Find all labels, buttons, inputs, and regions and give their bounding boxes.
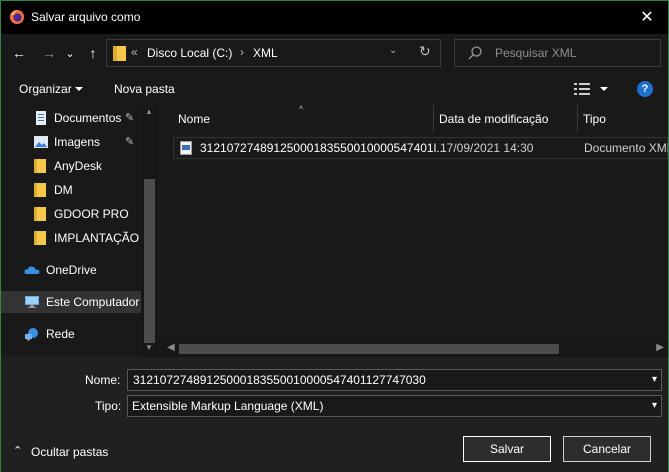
file-type-label: Tipo: bbox=[95, 399, 122, 413]
sidebar-item-label: Este Computador bbox=[46, 295, 140, 309]
chevron-down-icon[interactable]: ▾ bbox=[652, 374, 657, 385]
address-overflow-icon[interactable]: « bbox=[131, 45, 138, 59]
close-button[interactable]: ✕ bbox=[632, 5, 662, 29]
sort-ascending-icon: ^ bbox=[299, 105, 304, 114]
chevron-down-icon: ⌄ bbox=[65, 47, 75, 60]
search-placeholder: Pesquisar XML bbox=[495, 46, 577, 60]
arrow-left-icon: ← bbox=[12, 45, 26, 61]
new-folder-button[interactable]: Nova pasta bbox=[114, 82, 175, 96]
organize-button[interactable]: Organizar bbox=[19, 82, 72, 96]
sidebar-item-gdoor-pro[interactable]: GDOOR PRO bbox=[1, 203, 141, 225]
folder-icon bbox=[34, 231, 46, 245]
sidebar-item-anydesk[interactable]: AnyDesk bbox=[1, 155, 141, 177]
sidebar-item-label: DM bbox=[54, 183, 73, 197]
address-segment-drive[interactable]: Disco Local (C:) bbox=[147, 46, 232, 60]
file-modified: 17/09/2021 14:30 bbox=[440, 141, 534, 155]
chevron-up-icon: ⌃ bbox=[13, 445, 23, 457]
file-type-select[interactable]: Extensible Markup Language (XML) ▾ bbox=[127, 395, 662, 417]
sidebar-item-implantacao[interactable]: IMPLANTAÇÃO bbox=[1, 227, 141, 249]
close-icon: ✕ bbox=[640, 9, 654, 26]
navigation-pane-scrollbar[interactable]: ▲ ▼ bbox=[141, 105, 158, 357]
help-button[interactable]: ? bbox=[637, 81, 653, 97]
documents-icon bbox=[36, 111, 46, 125]
sidebar-item-imagens[interactable]: Imagens ✎ bbox=[1, 131, 141, 153]
pictures-icon bbox=[34, 136, 48, 148]
save-options-panel: Nome: ▾ Tipo: Extensible Markup Language… bbox=[1, 357, 668, 472]
folder-icon bbox=[34, 183, 46, 197]
sidebar-item-label: Documentos bbox=[54, 111, 122, 125]
folder-icon bbox=[34, 159, 46, 173]
save-button[interactable]: Salvar bbox=[463, 436, 551, 462]
scroll-left-icon[interactable]: ◀ bbox=[167, 342, 175, 353]
column-header-label: Tipo bbox=[583, 112, 606, 126]
sidebar-item-label: IMPLANTAÇÃO bbox=[54, 231, 140, 245]
search-box[interactable]: Pesquisar XML bbox=[454, 39, 661, 67]
chevron-down-icon[interactable]: ▾ bbox=[652, 400, 657, 411]
scroll-up-icon[interactable]: ▲ bbox=[145, 107, 153, 116]
address-bar[interactable]: « Disco Local (C:) › XML ⌄ ↻ bbox=[106, 39, 441, 67]
column-header-type[interactable]: Tipo bbox=[578, 105, 668, 132]
pin-icon: ✎ bbox=[125, 112, 135, 124]
forward-button[interactable]: → bbox=[39, 42, 59, 64]
sidebar-item-label: Rede bbox=[46, 327, 75, 341]
refresh-icon[interactable]: ↻ bbox=[419, 43, 431, 60]
scrollbar-thumb[interactable] bbox=[179, 344, 559, 354]
xml-file-icon bbox=[180, 141, 192, 155]
file-name-field[interactable]: ▾ bbox=[127, 369, 662, 391]
sidebar-item-este-computador[interactable]: Este Computador bbox=[1, 291, 141, 313]
table-row[interactable]: 31210727489125000183550010000547401l... … bbox=[173, 137, 668, 159]
arrow-right-icon: → bbox=[42, 45, 56, 61]
hide-folders-label: Ocultar pastas bbox=[31, 445, 109, 459]
sidebar-item-dm[interactable]: DM bbox=[1, 179, 141, 201]
computer-icon bbox=[25, 296, 39, 308]
chevron-right-icon[interactable]: › bbox=[240, 45, 244, 59]
column-header-label: Data de modificação bbox=[439, 112, 549, 126]
sidebar-item-label: Imagens bbox=[54, 135, 101, 149]
sidebar-item-label: AnyDesk bbox=[54, 159, 103, 173]
cloud-icon bbox=[24, 266, 40, 274]
address-segment-xml[interactable]: XML bbox=[253, 46, 278, 60]
navigation-pane: Documentos ✎ Imagens ✎ AnyDesk DM GDOOR … bbox=[1, 105, 158, 357]
pin-icon: ✎ bbox=[125, 136, 135, 148]
dialog-title: Salvar arquivo como bbox=[31, 10, 141, 24]
view-options-icon[interactable] bbox=[574, 82, 590, 96]
firefox-icon bbox=[10, 10, 24, 24]
command-bar: Organizar Nova pasta ? bbox=[1, 73, 668, 105]
chevron-down-icon[interactable]: ⌄ bbox=[389, 45, 397, 56]
navigation-bar: ← → ⌄ ↑ « Disco Local (C:) › XML ⌄ ↻ Pes… bbox=[1, 34, 668, 72]
back-button[interactable]: ← bbox=[9, 42, 29, 64]
folder-icon bbox=[113, 46, 126, 61]
file-name: 31210727489125000183550010000547401l... bbox=[200, 141, 447, 155]
recent-locations-button[interactable]: ⌄ bbox=[63, 42, 77, 64]
file-list-horizontal-scrollbar[interactable]: ◀ ▶ bbox=[161, 340, 668, 357]
scroll-right-icon[interactable]: ▶ bbox=[656, 342, 664, 353]
column-header-modified[interactable]: Data de modificação bbox=[434, 105, 577, 132]
folder-icon bbox=[34, 207, 46, 221]
file-list: Nome ^ Data de modificação Tipo 31210727… bbox=[161, 105, 668, 357]
save-file-dialog: Salvar arquivo como ✕ ← → ⌄ ↑ « Disco Lo… bbox=[0, 0, 669, 472]
search-icon bbox=[468, 46, 482, 60]
up-button[interactable]: ↑ bbox=[83, 42, 103, 64]
file-name-label: Nome: bbox=[85, 373, 121, 387]
caret-down-icon[interactable] bbox=[600, 87, 608, 91]
sidebar-item-label: GDOOR PRO bbox=[54, 207, 129, 221]
caret-down-icon bbox=[75, 87, 83, 91]
network-icon bbox=[25, 328, 38, 341]
column-header-name[interactable]: Nome ^ bbox=[161, 105, 433, 132]
sidebar-item-label: OneDrive bbox=[46, 263, 97, 277]
file-type: Documento XML bbox=[584, 141, 668, 155]
arrow-up-icon: ↑ bbox=[89, 45, 97, 61]
file-name-input[interactable] bbox=[133, 372, 633, 388]
file-type-selected: Extensible Markup Language (XML) bbox=[132, 399, 324, 413]
cancel-button[interactable]: Cancelar bbox=[563, 436, 651, 462]
sidebar-item-documentos[interactable]: Documentos ✎ bbox=[1, 107, 141, 129]
scroll-down-icon[interactable]: ▼ bbox=[145, 343, 153, 352]
sidebar-item-rede[interactable]: Rede bbox=[1, 323, 141, 345]
sidebar-item-onedrive[interactable]: OneDrive bbox=[1, 259, 141, 281]
help-icon: ? bbox=[641, 83, 649, 95]
column-header-label: Nome bbox=[178, 112, 211, 126]
title-bar: Salvar arquivo como ✕ bbox=[1, 1, 668, 34]
scrollbar-thumb[interactable] bbox=[144, 179, 155, 343]
